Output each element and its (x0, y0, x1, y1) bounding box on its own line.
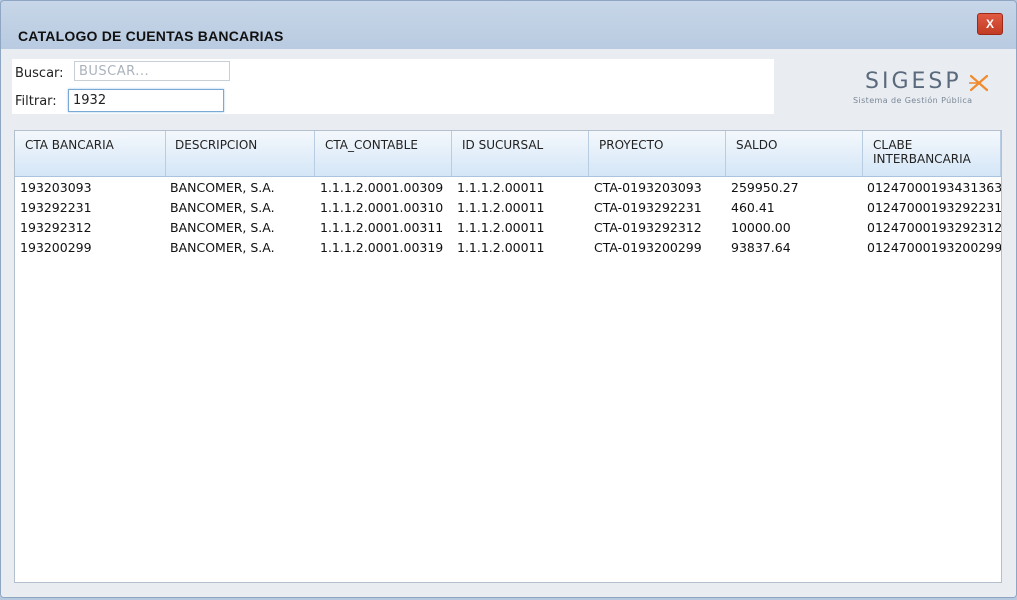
column-header[interactable]: ID SUCURSAL (452, 131, 589, 176)
table-cell: CTA-0193200299 (594, 240, 702, 255)
column-header[interactable]: CLABE INTERBANCARIA (863, 131, 1001, 176)
title-bar: CATALOGO DE CUENTAS BANCARIAS X (1, 1, 1016, 49)
table-row[interactable]: 193292312 BANCOMER, S.A. 1.1.1.2.0001.0031… (15, 217, 1001, 237)
table-cell: 193292312 (20, 220, 92, 235)
column-header[interactable]: SALDO (726, 131, 863, 176)
dialog-content: Buscar: Filtrar: SIGESP Sistema de Gesti… (1, 49, 1016, 597)
table-cell: 1.1.1.2.00011 (457, 220, 545, 235)
column-header[interactable]: DESCRIPCION (165, 131, 315, 176)
table-cell: 012470001934313639 (867, 180, 1001, 195)
table-cell: BANCOMER, S.A. (170, 240, 275, 255)
table-cell: 1.1.1.2.0001.00309 (320, 180, 444, 195)
table-cell: 1.1.1.2.0001.00311 (320, 220, 444, 235)
buscar-label: Buscar: (15, 66, 64, 81)
table-cell: 012470001932923128 (867, 220, 1001, 235)
table-cell: 1.1.1.2.00011 (457, 240, 545, 255)
table-cell: 1.1.1.2.00011 (457, 200, 545, 215)
catalog-dialog: CATALOGO DE CUENTAS BANCARIAS X Buscar: … (0, 0, 1017, 598)
table-cell: BANCOMER, S.A. (170, 200, 275, 215)
dialog-title: CATALOGO DE CUENTAS BANCARIAS (18, 28, 284, 44)
table-cell: 1.1.1.2.00011 (457, 180, 545, 195)
table-cell: 012470001932922310 (867, 200, 1001, 215)
table-row[interactable]: 193203093 BANCOMER, S.A. 1.1.1.2.0001.0030… (15, 177, 1001, 197)
table-cell: 193292231 (20, 200, 92, 215)
table-cell: 460.41 (731, 200, 775, 215)
table-cell: 1.1.1.2.0001.00310 (320, 200, 444, 215)
filtrar-input[interactable] (68, 89, 224, 112)
table-cell: CTA-0193292312 (594, 220, 702, 235)
logo-x-icon (969, 74, 989, 92)
table-cell: 10000.00 (731, 220, 791, 235)
table-row[interactable]: 193292231 BANCOMER, S.A. 1.1.1.2.0001.0031… (15, 197, 1001, 217)
table-cell: 193200299 (20, 240, 92, 255)
buscar-input[interactable] (74, 61, 230, 81)
table-cell: BANCOMER, S.A. (170, 180, 275, 195)
table-cell: CTA-0193292231 (594, 200, 702, 215)
column-header[interactable]: CTA_CONTABLE (315, 131, 452, 176)
sigesp-logo: SIGESP Sistema de Gestión Pública (853, 69, 993, 109)
table-cell: CTA-0193203093 (594, 180, 702, 195)
table-header: CTA BANCARIA DESCRIPCION CTA_CONTABLE ID SU… (15, 131, 1001, 177)
column-header[interactable]: CTA BANCARIA (15, 131, 166, 176)
table-cell: BANCOMER, S.A. (170, 220, 275, 235)
table-cell: 012470001932002997 (867, 240, 1001, 255)
table-cell: 93837.64 (731, 240, 791, 255)
search-panel: Buscar: Filtrar: (12, 59, 774, 114)
accounts-table: CTA BANCARIA DESCRIPCION CTA_CONTABLE ID SU… (14, 130, 1002, 583)
filtrar-label: Filtrar: (15, 94, 57, 109)
column-header[interactable]: PROYECTO (589, 131, 726, 176)
table-cell: 193203093 (20, 180, 92, 195)
close-button[interactable]: X (977, 13, 1003, 35)
logo-subtitle: Sistema de Gestión Pública (853, 96, 973, 105)
table-cell: 259950.27 (731, 180, 799, 195)
table-row[interactable]: 193200299 BANCOMER, S.A. 1.1.1.2.0001.0031… (15, 237, 1001, 257)
logo-wordmark: SIGESP (865, 69, 962, 94)
table-cell: 1.1.1.2.0001.00319 (320, 240, 444, 255)
